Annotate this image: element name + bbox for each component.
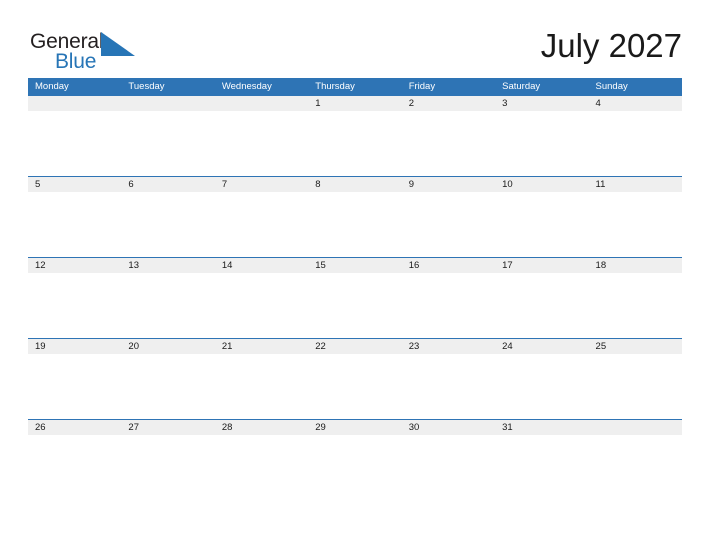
day-cell-events[interactable] — [28, 111, 122, 177]
week-3-event-row — [28, 273, 682, 339]
day-cell-number[interactable]: 26 — [28, 419, 122, 435]
day-cell-number[interactable]: 25 — [588, 338, 682, 354]
day-cell-events[interactable] — [308, 111, 402, 177]
day-cell-events[interactable] — [495, 354, 589, 420]
day-cell-number[interactable] — [214, 96, 309, 111]
weekday-header-thursday: Thursday — [308, 78, 402, 96]
week-4-date-row: 19 20 21 22 23 24 25 — [28, 338, 682, 354]
day-cell-number[interactable]: 3 — [495, 96, 589, 111]
logo-text-general: General — [30, 30, 104, 53]
day-cell-events[interactable] — [214, 435, 309, 500]
weekday-header-saturday: Saturday — [495, 78, 589, 96]
general-blue-logo[interactable]: General Blue — [30, 31, 140, 73]
weekday-header-friday: Friday — [401, 78, 496, 96]
week-2-date-row: 5 6 7 8 9 10 11 — [28, 176, 682, 192]
day-cell-number[interactable]: 24 — [495, 338, 589, 354]
day-cell-events[interactable] — [308, 435, 402, 500]
day-cell-events[interactable] — [588, 111, 682, 177]
day-cell-number[interactable]: 17 — [495, 257, 589, 273]
day-cell-events[interactable] — [28, 354, 122, 420]
day-cell-events[interactable] — [588, 273, 682, 339]
day-cell-number[interactable]: 19 — [28, 338, 122, 354]
day-cell-events[interactable] — [28, 435, 122, 500]
day-cell-number[interactable] — [28, 96, 122, 111]
calendar-body: 1 2 3 4 5 6 7 8 9 10 11 12 13 14 15 16 1… — [28, 96, 682, 500]
day-cell-number[interactable]: 28 — [214, 419, 309, 435]
weekday-header-row: Monday Tuesday Wednesday Thursday Friday… — [28, 78, 682, 96]
week-5-date-row: 26 27 28 29 30 31 — [28, 419, 682, 435]
day-cell-number[interactable]: 2 — [401, 96, 496, 111]
day-cell-events[interactable] — [308, 273, 402, 339]
day-cell-events[interactable] — [308, 192, 402, 258]
page-header: General Blue July 2027 — [0, 0, 712, 78]
day-cell-events[interactable] — [214, 273, 309, 339]
day-cell-number[interactable]: 7 — [214, 176, 309, 192]
day-cell-events[interactable] — [495, 111, 589, 177]
day-cell-events[interactable] — [308, 354, 402, 420]
day-cell-number[interactable]: 20 — [121, 338, 215, 354]
day-cell-number[interactable]: 23 — [401, 338, 496, 354]
day-cell-events[interactable] — [495, 435, 589, 500]
day-cell-number[interactable]: 6 — [121, 176, 215, 192]
day-cell-number[interactable]: 5 — [28, 176, 122, 192]
weekday-header-tuesday: Tuesday — [121, 78, 215, 96]
day-cell-events[interactable] — [588, 354, 682, 420]
monthly-calendar-table: Monday Tuesday Wednesday Thursday Friday… — [28, 78, 682, 500]
day-cell-events[interactable] — [401, 273, 496, 339]
day-cell-number[interactable]: 21 — [214, 338, 309, 354]
week-3-date-row: 12 13 14 15 16 17 18 — [28, 257, 682, 273]
weekday-header-wednesday: Wednesday — [214, 78, 309, 96]
week-5-event-row — [28, 435, 682, 500]
weekday-header-sunday: Sunday — [588, 78, 682, 96]
day-cell-number[interactable]: 29 — [308, 419, 402, 435]
day-cell-number[interactable]: 15 — [308, 257, 402, 273]
day-cell-events[interactable] — [28, 192, 122, 258]
day-cell-events[interactable] — [588, 435, 682, 500]
day-cell-number[interactable]: 31 — [495, 419, 589, 435]
day-cell-events[interactable] — [401, 354, 496, 420]
week-1-event-row — [28, 111, 682, 177]
day-cell-events[interactable] — [214, 192, 309, 258]
day-cell-events[interactable] — [121, 273, 215, 339]
day-cell-number[interactable]: 30 — [401, 419, 496, 435]
calendar-header: Monday Tuesday Wednesday Thursday Friday… — [28, 78, 682, 96]
day-cell-events[interactable] — [121, 111, 215, 177]
day-cell-number[interactable]: 14 — [214, 257, 309, 273]
day-cell-events[interactable] — [121, 192, 215, 258]
logo-triangle-icon — [101, 32, 135, 56]
day-cell-number[interactable]: 12 — [28, 257, 122, 273]
day-cell-number[interactable] — [588, 419, 682, 435]
day-cell-events[interactable] — [121, 354, 215, 420]
page-title: July 2027 — [540, 27, 682, 64]
day-cell-events[interactable] — [401, 192, 496, 258]
day-cell-number[interactable]: 1 — [308, 96, 402, 111]
week-1-date-row: 1 2 3 4 — [28, 96, 682, 111]
day-cell-number[interactable]: 10 — [495, 176, 589, 192]
day-cell-number[interactable]: 16 — [401, 257, 496, 273]
day-cell-events[interactable] — [28, 273, 122, 339]
day-cell-events[interactable] — [401, 111, 496, 177]
logo-text-blue: Blue — [55, 50, 97, 73]
day-cell-number[interactable]: 22 — [308, 338, 402, 354]
day-cell-events[interactable] — [495, 273, 589, 339]
day-cell-number[interactable]: 18 — [588, 257, 682, 273]
day-cell-number[interactable]: 9 — [401, 176, 496, 192]
week-4-event-row — [28, 354, 682, 420]
day-cell-number[interactable]: 11 — [588, 176, 682, 192]
day-cell-events[interactable] — [121, 435, 215, 500]
weekday-header-monday: Monday — [28, 78, 122, 96]
day-cell-number[interactable]: 13 — [121, 257, 215, 273]
day-cell-number[interactable]: 27 — [121, 419, 215, 435]
day-cell-number[interactable]: 4 — [588, 96, 682, 111]
day-cell-events[interactable] — [214, 111, 309, 177]
day-cell-events[interactable] — [588, 192, 682, 258]
day-cell-events[interactable] — [214, 354, 309, 420]
day-cell-events[interactable] — [401, 435, 496, 500]
week-2-event-row — [28, 192, 682, 258]
day-cell-number[interactable] — [121, 96, 215, 111]
day-cell-events[interactable] — [495, 192, 589, 258]
day-cell-number[interactable]: 8 — [308, 176, 402, 192]
